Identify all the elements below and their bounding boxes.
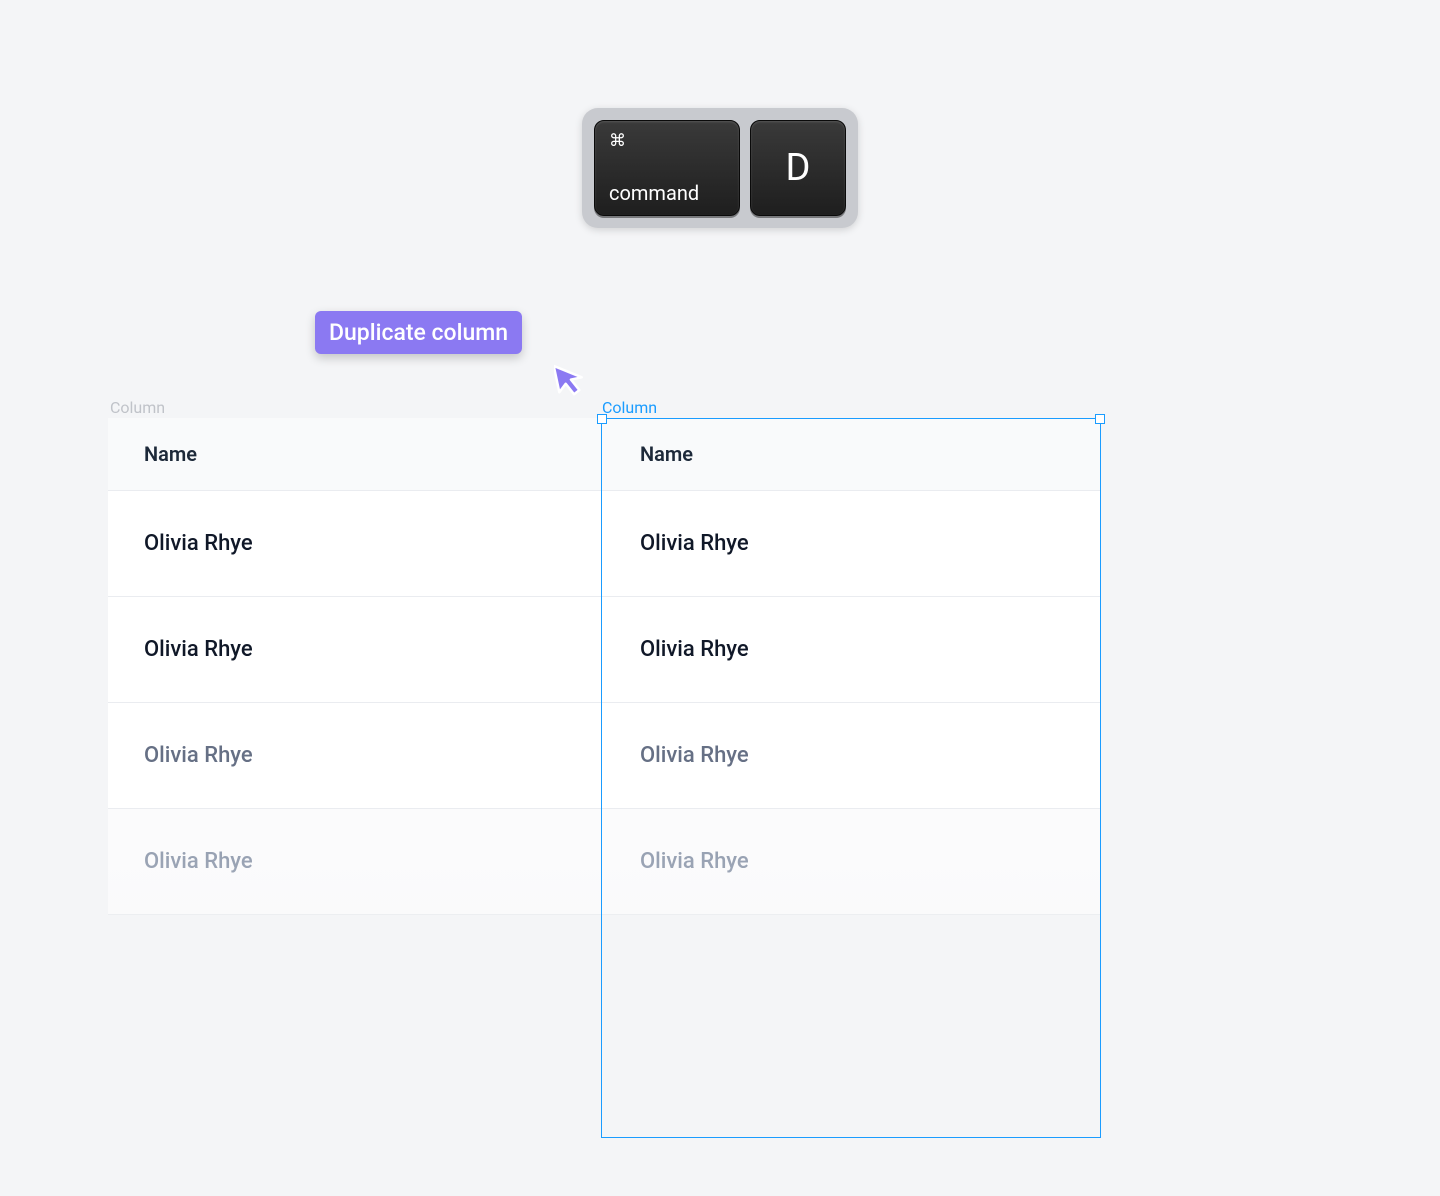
column-right[interactable]: Name Olivia Rhye Olivia Rhye Olivia Rhye… xyxy=(604,418,1100,915)
column-label-left: Column xyxy=(110,398,165,417)
table-row: Olivia Rhye xyxy=(604,597,1100,703)
command-key-label: command xyxy=(609,181,725,205)
table-row: Olivia Rhye xyxy=(108,703,604,809)
table-row: Olivia Rhye xyxy=(604,703,1100,809)
table-area: Name Olivia Rhye Olivia Rhye Olivia Rhye… xyxy=(108,418,1100,915)
tooltip-chip: Duplicate column xyxy=(315,311,522,354)
command-key: ⌘ command xyxy=(594,120,740,216)
keyboard-shortcut-badge: ⌘ command D xyxy=(582,108,858,228)
command-glyph-icon: ⌘ xyxy=(609,131,626,151)
table-row: Olivia Rhye xyxy=(108,597,604,703)
table-row: Olivia Rhye xyxy=(604,809,1100,915)
table-row: Olivia Rhye xyxy=(604,491,1100,597)
column-left[interactable]: Name Olivia Rhye Olivia Rhye Olivia Rhye… xyxy=(108,418,604,915)
column-label-right: Column xyxy=(602,398,657,417)
tooltip-label: Duplicate column xyxy=(329,319,508,346)
letter-key-label: D xyxy=(786,146,811,190)
cursor-pointer-icon xyxy=(554,360,590,404)
column-header: Name xyxy=(108,418,604,491)
column-header: Name xyxy=(604,418,1100,491)
letter-key: D xyxy=(750,120,846,216)
table-row: Olivia Rhye xyxy=(108,809,604,915)
table-row: Olivia Rhye xyxy=(108,491,604,597)
